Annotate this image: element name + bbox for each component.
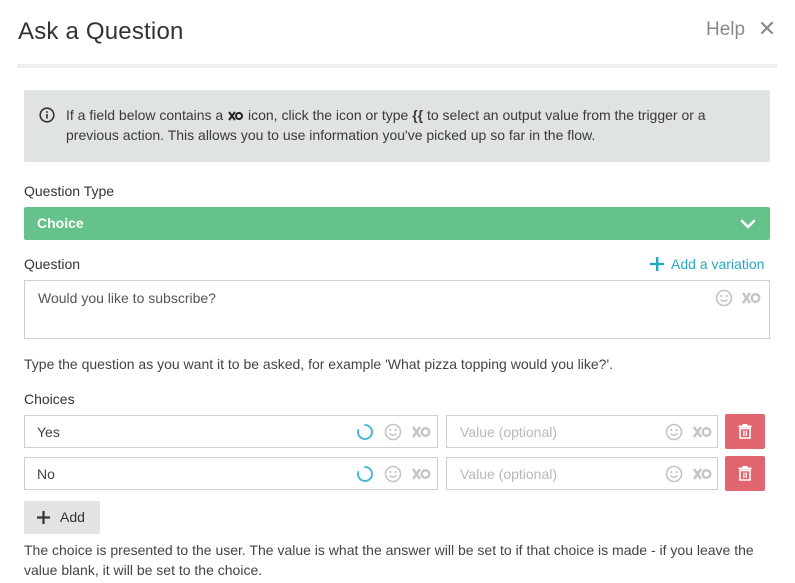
choices-label: Choices [24, 391, 75, 407]
choice-input[interactable]: No [24, 457, 438, 490]
loading-spinner-icon [357, 424, 373, 440]
close-icon[interactable]: ✕ [757, 17, 777, 41]
add-choice-label: Add [60, 509, 85, 525]
question-help-text: Type the question as you want it to be a… [24, 356, 614, 372]
choice-input-value: Yes [37, 424, 60, 440]
plus-icon [650, 257, 664, 271]
plus-icon [37, 511, 50, 524]
add-choice-button[interactable]: Add [24, 501, 100, 534]
output-value-icon [228, 111, 244, 121]
choice-input-value: No [37, 466, 55, 482]
choice-value-placeholder: Value (optional) [460, 424, 558, 440]
choice-value-placeholder: Value (optional) [460, 466, 558, 482]
emoji-icon[interactable] [665, 465, 683, 483]
question-type-value: Choice [37, 215, 84, 231]
output-value-icon[interactable] [411, 423, 431, 441]
emoji-icon[interactable] [665, 423, 683, 441]
loading-spinner-icon [357, 466, 373, 482]
question-input[interactable]: Would you like to subscribe? [24, 280, 770, 339]
info-circle-icon [39, 107, 55, 123]
emoji-icon[interactable] [384, 423, 402, 441]
add-variation-link[interactable]: Add a variation [650, 255, 764, 273]
help-link[interactable]: Help [706, 19, 745, 41]
question-type-select[interactable]: Choice [24, 207, 770, 240]
info-banner: If a field below contains a icon, click … [24, 90, 770, 162]
delete-choice-button[interactable] [725, 414, 765, 449]
choice-input[interactable]: Yes [24, 415, 438, 448]
output-value-icon[interactable] [741, 289, 761, 307]
info-text: If a field below contains a icon, click … [66, 105, 756, 145]
choice-value-input[interactable]: Value (optional) [446, 415, 718, 448]
question-label: Question [24, 256, 81, 272]
emoji-icon[interactable] [715, 289, 733, 307]
info-text-part1: If a field below contains a [66, 107, 224, 123]
output-value-icon[interactable] [692, 465, 712, 483]
add-variation-label: Add a variation [671, 256, 765, 272]
output-value-icon[interactable] [692, 423, 712, 441]
trash-icon [738, 424, 752, 439]
info-text-part2: icon, click the icon or type [248, 107, 409, 123]
header-divider [17, 64, 777, 68]
output-value-icon[interactable] [411, 465, 431, 483]
question-input-value: Would you like to subscribe? [38, 290, 216, 306]
dialog-header: Ask a Question Help ✕ [0, 0, 795, 68]
chevron-down-icon [740, 219, 756, 229]
question-type-label: Question Type [24, 183, 115, 199]
dialog-title: Ask a Question [18, 18, 184, 45]
info-braces: {{ [412, 107, 424, 123]
trash-icon [738, 466, 752, 481]
choice-value-input[interactable]: Value (optional) [446, 457, 718, 490]
delete-choice-button[interactable] [725, 456, 765, 491]
choices-help-text: The choice is presented to the user. The… [24, 542, 754, 578]
emoji-icon[interactable] [384, 465, 402, 483]
